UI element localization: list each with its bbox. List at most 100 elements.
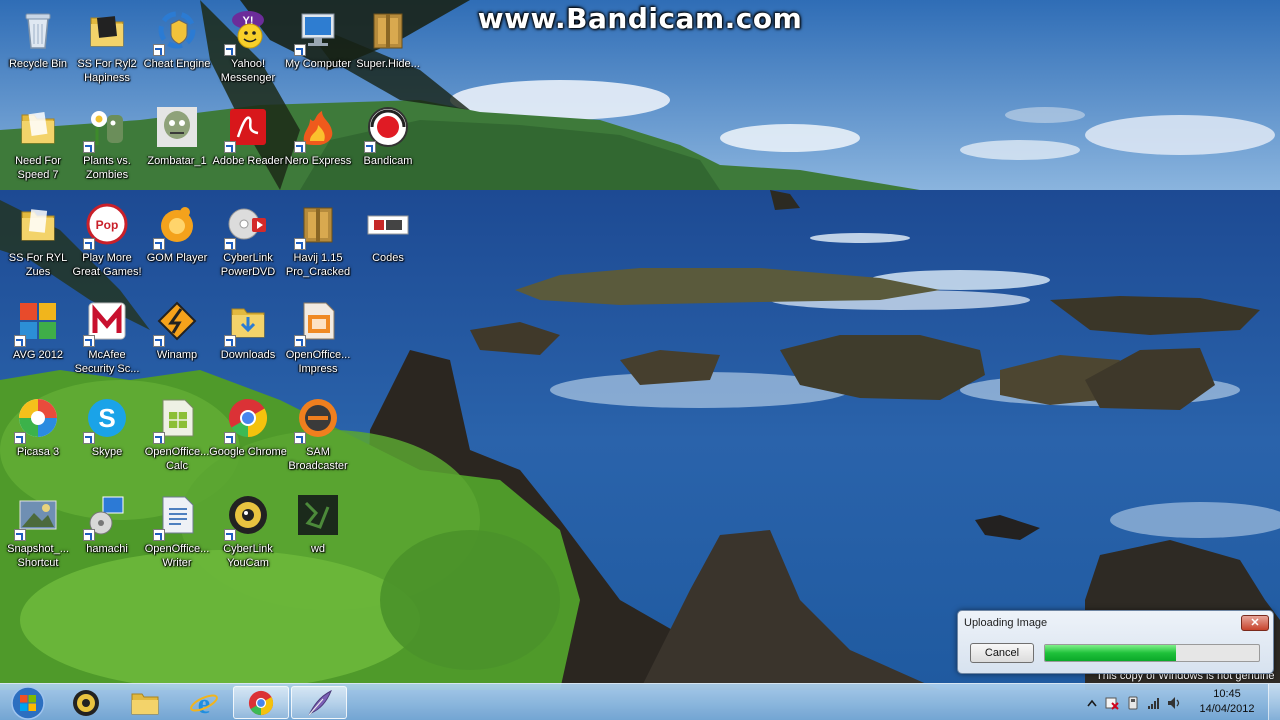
shortcut-arrow-icon xyxy=(83,238,95,250)
feather-icon xyxy=(308,689,332,715)
desktop-icon-super-hide[interactable]: Super.Hide... xyxy=(352,6,424,96)
desktop-icon-adobe-reader[interactable]: Adobe Reader xyxy=(212,103,284,193)
svg-text:Pop: Pop xyxy=(96,218,119,232)
desktop-icon-bandicam[interactable]: Bandicam xyxy=(352,103,424,193)
avg-icon xyxy=(14,299,60,347)
shortcut-arrow-icon xyxy=(294,238,306,250)
desktop-icon-label: Yahoo! Messenger xyxy=(220,58,276,84)
clock-time: 10:45 xyxy=(1213,688,1241,700)
desktop-icon-picasa-3[interactable]: Picasa 3 xyxy=(2,394,74,484)
shortcut-arrow-icon xyxy=(14,529,26,541)
yahoo-messenger-icon: Y! xyxy=(224,8,270,56)
desktop-icon-label: OpenOffice... Impress xyxy=(285,349,351,375)
show-hidden-icons-icon[interactable] xyxy=(1085,696,1099,710)
taskbar-gom-player[interactable] xyxy=(58,686,114,719)
desktop-icon-openoffice-impress[interactable]: OpenOffice... Impress xyxy=(282,297,354,387)
desktop-icon-label: hamachi xyxy=(86,543,128,555)
desktop-icon-sam-broadcaster[interactable]: SAM Broadcaster xyxy=(282,394,354,484)
shortcut-arrow-icon xyxy=(14,335,26,347)
plants-vs-zombies-icon xyxy=(83,105,129,153)
volume-icon[interactable] xyxy=(1167,696,1181,710)
text-file-icon xyxy=(366,202,410,246)
desktop-icon-avg-2012[interactable]: AVG 2012 xyxy=(2,297,74,387)
desktop-icon-cyberlink-powerdvd[interactable]: CyberLink PowerDVD xyxy=(212,200,284,290)
desktop-icon-label: Picasa 3 xyxy=(16,446,60,458)
desktop-icon-ss-for-ryl2[interactable]: SS For Ryl2 Hapiness xyxy=(71,6,143,96)
shortcut-arrow-icon xyxy=(224,335,236,347)
image-icon xyxy=(14,493,60,541)
desktop-icon-openoffice-writer[interactable]: OpenOffice... Writer xyxy=(141,491,213,581)
desktop-icon-snapshot-shortcut[interactable]: Snapshot_... Shortcut xyxy=(2,491,74,581)
bandicam-icon xyxy=(364,105,410,153)
shortcut-arrow-icon xyxy=(364,141,376,153)
desktop-icon-label: Play More Great Games! xyxy=(72,252,142,278)
desktop-icon-ss-for-ryl-zues[interactable]: SS For RYL Zues xyxy=(2,200,74,290)
desktop-icon-play-more-great-games[interactable]: Pop Play More Great Games! xyxy=(71,200,143,290)
taskbar-internet-explorer[interactable]: e xyxy=(176,686,232,719)
openoffice-writer-icon xyxy=(153,493,199,541)
desktop-icon-google-chrome[interactable]: Google Chrome xyxy=(209,394,287,484)
shortcut-arrow-icon xyxy=(224,432,236,444)
desktop-icon-downloads[interactable]: Downloads xyxy=(212,297,284,387)
desktop-icon-codes[interactable]: Codes xyxy=(352,200,424,290)
image-icon xyxy=(296,493,340,537)
desktop-icon-gom-player[interactable]: GOM Player xyxy=(141,200,213,290)
desktop-icon-label: wd xyxy=(310,543,326,555)
taskbar-google-chrome[interactable] xyxy=(233,686,289,719)
desktop-icon-hamachi[interactable]: hamachi xyxy=(71,491,143,581)
network-signal-icon[interactable] xyxy=(1147,696,1161,710)
desktop-icon-nero-express[interactable]: Nero Express xyxy=(282,103,354,193)
desktop-icon-openoffice-calc[interactable]: OpenOffice... Calc xyxy=(141,394,213,484)
close-icon[interactable]: ✕ xyxy=(1241,615,1269,631)
desktop-icon-label: SS For Ryl2 Hapiness xyxy=(77,58,137,84)
shortcut-arrow-icon xyxy=(153,44,165,56)
cancel-button[interactable]: Cancel xyxy=(970,643,1034,663)
chrome-icon xyxy=(224,396,270,444)
internet-explorer-icon: e xyxy=(190,689,218,718)
desktop-icon-label: Nero Express xyxy=(284,155,352,167)
taskbar-windows-explorer[interactable] xyxy=(117,686,173,719)
desktop-icon-mcafee[interactable]: McAfee Security Sc... xyxy=(71,297,143,387)
shortcut-arrow-icon xyxy=(224,44,236,56)
gom-player-icon xyxy=(153,202,199,250)
safely-remove-hardware-icon[interactable] xyxy=(1126,696,1140,710)
system-tray: 10:45 14/04/2012 xyxy=(1080,684,1280,720)
desktop-icon-yahoo-messenger[interactable]: Y! Yahoo! Messenger xyxy=(212,6,284,96)
shortcut-arrow-icon xyxy=(83,141,95,153)
progress-fill xyxy=(1045,645,1176,661)
desktop-icon-havij[interactable]: Havij 1.15 Pro_Cracked xyxy=(282,200,354,290)
desktop-icon-label: McAfee Security Sc... xyxy=(74,349,140,375)
shortcut-arrow-icon xyxy=(83,432,95,444)
desktop-icon-plants-vs-zombies[interactable]: Plants vs. Zombies xyxy=(71,103,143,193)
openoffice-calc-icon xyxy=(153,396,199,444)
desktop-icon-recycle-bin[interactable]: Recycle Bin xyxy=(2,6,74,96)
desktop-icon-winamp[interactable]: Winamp xyxy=(141,297,213,387)
desktop-icon-cheat-engine[interactable]: Cheat Engine xyxy=(141,6,213,96)
desktop-icon-cyberlink-youcam[interactable]: CyberLink YouCam xyxy=(212,491,284,581)
action-center-warning-icon[interactable] xyxy=(1105,696,1119,710)
folder-icon xyxy=(224,299,270,347)
desktop-icon-zombatar[interactable]: Zombatar_1 xyxy=(141,103,213,193)
shortcut-arrow-icon xyxy=(153,529,165,541)
desktop-icon-label: Google Chrome xyxy=(209,446,287,458)
desktop-icon-label: OpenOffice... Writer xyxy=(144,543,210,569)
sam-broadcaster-icon xyxy=(294,396,340,444)
openoffice-impress-icon xyxy=(294,299,340,347)
start-button[interactable] xyxy=(5,685,51,720)
taskbar-clock[interactable]: 10:45 14/04/2012 xyxy=(1192,687,1262,717)
archive-icon xyxy=(294,202,340,250)
show-desktop-button[interactable] xyxy=(1268,684,1280,720)
desktop-icon-label: SAM Broadcaster xyxy=(288,446,348,472)
desktop-icon-label: Super.Hide... xyxy=(356,58,420,70)
taskbar: e 10:45 14/04/2012 xyxy=(0,683,1280,720)
nero-icon xyxy=(294,105,340,153)
desktop-icon-label: SS For RYL Zues xyxy=(8,252,68,278)
desktop-icon-skype[interactable]: S Skype xyxy=(71,394,143,484)
desktop-icon-need-for-speed[interactable]: Need For Speed 7 xyxy=(2,103,74,193)
taskbar-feather-app[interactable] xyxy=(291,686,347,719)
clock-date: 14/04/2012 xyxy=(1199,703,1255,715)
desktop-icon-wd[interactable]: wd xyxy=(282,491,354,581)
desktop-icon-my-computer[interactable]: My Computer xyxy=(282,6,354,96)
desktop-icon-label: My Computer xyxy=(284,58,352,70)
shortcut-arrow-icon xyxy=(153,238,165,250)
